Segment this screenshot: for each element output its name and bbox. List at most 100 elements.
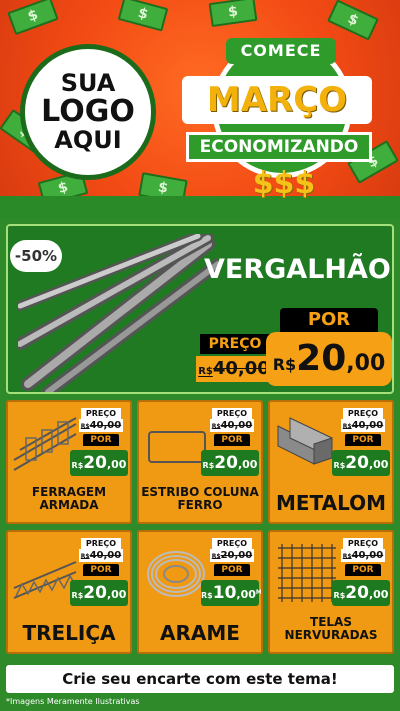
new-price: R$20,00 <box>332 450 390 476</box>
new-price-int: 20 <box>296 338 347 379</box>
new-price-int: 20 <box>214 453 238 473</box>
rebar-cage-icon <box>13 417 77 471</box>
por-label: POR <box>345 564 381 576</box>
old-price-value: 40,00 <box>220 420 253 431</box>
old-price: R$40,00 <box>210 419 254 432</box>
old-price-currency: R$ <box>211 553 221 560</box>
header-banner: $ $ $ $ $ $ $ $ SUA LOGO AQUI COMECE MAR… <box>0 0 400 218</box>
new-price-int: 20 <box>83 583 107 603</box>
campaign-badge: COMECE MARÇO ECONOMIZANDO $$$ <box>182 20 378 210</box>
new-price-currency: R$ <box>71 461 84 470</box>
new-price-int: 20 <box>345 453 369 473</box>
new-price-dec: ,00 <box>346 351 386 376</box>
old-price-value: 40,00 <box>89 420 122 431</box>
hero-product-title: VERGALHÃO <box>204 254 391 285</box>
new-price-dec: ,00 <box>237 458 258 471</box>
old-price: R$40,00 <box>341 549 385 562</box>
price-block: PREÇO R$40,00 POR <box>207 408 257 446</box>
money-bill-icon: $ <box>7 0 59 36</box>
new-price-currency: R$ <box>202 461 215 470</box>
por-label: POR <box>280 308 378 332</box>
logo-placeholder: SUA LOGO AQUI <box>20 44 156 180</box>
preco-label: PREÇO <box>212 408 252 419</box>
price-unit: MT <box>255 589 262 596</box>
new-price-dec: ,00 <box>368 588 389 601</box>
new-price-dec: ,00 <box>106 458 127 471</box>
price-block: PREÇO R$40,00 POR <box>76 408 126 446</box>
preco-label: PREÇO <box>200 334 270 354</box>
old-price-currency: R$ <box>211 423 221 430</box>
new-price-dec: ,00 <box>236 588 256 601</box>
dollar-signs: $$$ <box>252 166 316 201</box>
old-price-value: 40,00 <box>351 420 384 431</box>
old-price: R$40,00 <box>341 419 385 432</box>
price-block: PREÇO R$40,00 POR <box>338 538 388 576</box>
product-name: ESTRIBO COLUNA FERRO <box>141 485 259 513</box>
badge-bottom-text: ECONOMIZANDO <box>186 132 372 162</box>
por-label: POR <box>83 434 119 446</box>
product-card-trelica: PREÇO R$40,00 POR R$20,00 TRELIÇA <box>6 530 132 654</box>
product-card-arame: PREÇO R$20,00 POR R$10,00MT ARAME <box>137 530 263 654</box>
por-label: POR <box>214 564 250 576</box>
por-label: POR <box>83 564 119 576</box>
old-price-currency: R$ <box>342 423 352 430</box>
old-price-value: 40,00 <box>89 550 122 561</box>
metal-tube-icon <box>277 417 333 465</box>
product-name: METALOM <box>275 491 387 515</box>
footer-disclaimer: *Imagens Meramente Ilustrativas <box>6 697 140 706</box>
stirrup-icon <box>148 431 206 463</box>
product-name: TELAS NERVURADAS <box>284 615 378 643</box>
discount-badge: -50% <box>10 240 62 272</box>
new-price: R$20,00 <box>70 580 128 606</box>
old-price-currency: R$ <box>342 553 352 560</box>
new-price-dec: ,00 <box>368 458 389 471</box>
product-card-telas: PREÇO R$40,00 POR R$20,00 TELAS NERVURAD… <box>268 530 394 654</box>
product-name: ARAME <box>160 621 240 645</box>
logo-line-2: LOGO <box>41 94 135 130</box>
old-price-value: 20,00 <box>220 550 253 561</box>
new-price-currency: R$ <box>333 591 346 600</box>
product-card-ferragem: PREÇO R$40,00 POR R$20,00 FERRAGEM ARMAD… <box>6 400 132 524</box>
preco-label: PREÇO <box>343 408 383 419</box>
old-price-currency: R$ <box>80 423 90 430</box>
mesh-icon <box>278 544 336 602</box>
truss-icon <box>13 561 77 599</box>
new-price-currency: R$ <box>272 355 297 374</box>
preco-label: PREÇO <box>343 538 383 549</box>
new-price: R$10,00MT <box>201 580 261 606</box>
por-label: POR <box>345 434 381 446</box>
new-price: R$20,00 <box>266 332 392 386</box>
new-price-int: 20 <box>345 583 369 603</box>
old-price: R$20,00 <box>210 549 254 562</box>
old-price: R$40,00 <box>79 419 123 432</box>
new-price-currency: R$ <box>333 461 346 470</box>
new-price: R$20,00 <box>332 580 390 606</box>
old-price: R$40,00 <box>79 549 123 562</box>
old-price-value: 40,00 <box>351 550 384 561</box>
product-name: FERRAGEM ARMADA <box>31 485 107 513</box>
product-card-metalom: PREÇO R$40,00 POR R$20,00 METALOM <box>268 400 394 524</box>
badge-top-text: COMECE <box>226 38 336 64</box>
old-price-value: 40,00 <box>212 358 270 379</box>
new-price-int: 10 <box>212 583 237 603</box>
por-label: POR <box>214 434 250 446</box>
preco-label: PREÇO <box>81 538 121 549</box>
logo-line-1: SUA <box>60 69 116 98</box>
new-price-int: 20 <box>83 453 107 473</box>
old-price-currency: R$ <box>198 366 213 377</box>
old-price-currency: R$ <box>80 553 90 560</box>
price-block: PREÇO R$40,00 POR <box>338 408 388 446</box>
badge-month: MARÇO <box>182 76 372 124</box>
new-price-currency: R$ <box>71 591 84 600</box>
preco-label: PREÇO <box>212 538 252 549</box>
product-name: TRELIÇA <box>22 621 116 645</box>
wire-coil-icon <box>147 551 205 597</box>
product-card-estribo: PREÇO R$40,00 POR R$20,00 ESTRIBO COLUNA… <box>137 400 263 524</box>
money-bill-icon: $ <box>117 0 169 32</box>
new-price: R$20,00 <box>70 450 128 476</box>
new-price: R$20,00 <box>201 450 259 476</box>
cta-banner[interactable]: Crie seu encarte com este tema! <box>6 665 394 693</box>
price-block: PREÇO R$20,00 POR <box>207 538 257 576</box>
logo-line-3: AQUI <box>54 125 122 154</box>
preco-label: PREÇO <box>81 408 121 419</box>
